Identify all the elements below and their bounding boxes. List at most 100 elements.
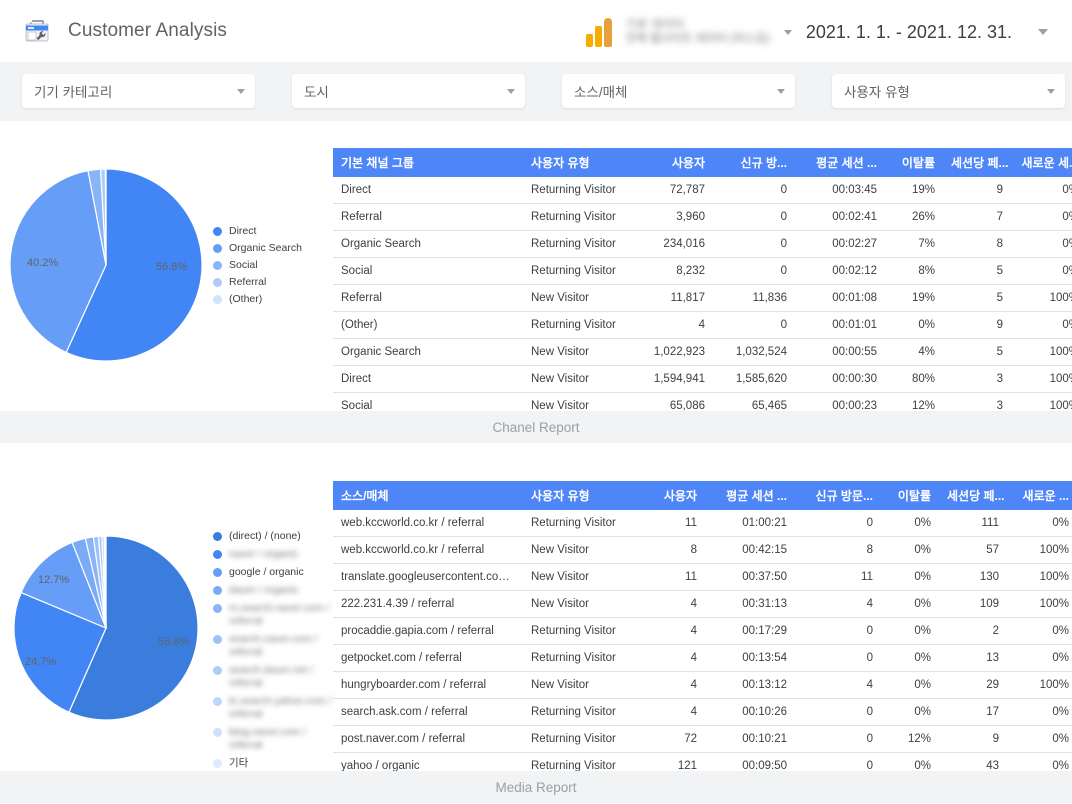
table-row[interactable]: Referral Returning Visitor 3,960 0 00:02:41 2… <box>333 203 1072 231</box>
legend-item[interactable]: (Other) <box>213 293 302 306</box>
column-header[interactable]: 세션당 페... <box>943 148 1011 177</box>
channel-report-table[interactable]: 기본 채널 그룹 사용자 유형 사용자 신규 방... 평균 세션 ... 이탈률 세션당 … <box>333 148 1072 420</box>
table-cell: Organic Search <box>333 230 523 258</box>
column-header[interactable]: 소스/매체 <box>333 481 523 510</box>
legend-item[interactable]: 기타 <box>213 757 338 770</box>
pie-legend[interactable]: Direct Organic Search Social Referral (Other… <box>213 225 302 310</box>
pie-slice[interactable] <box>104 535 107 629</box>
table-cell: post.naver.com / referral <box>333 725 523 753</box>
column-header[interactable]: 사용자 <box>641 148 713 177</box>
media-pie-chart[interactable]: 56.6% 24.7% 12.7% (direct) / (none) naver… <box>8 528 338 769</box>
table-row[interactable]: translate.googleusercontent.com ... New V… <box>333 563 1072 591</box>
table-row[interactable]: getpocket.com / referral Returning Visito… <box>333 644 1072 672</box>
toolbox-wrench-icon <box>20 14 54 48</box>
column-header[interactable]: 기본 채널 그룹 <box>333 148 523 177</box>
legend-item[interactable]: daum / organic <box>213 584 338 597</box>
table-cell: 19% <box>885 177 943 204</box>
table-cell: 0% <box>1007 698 1072 726</box>
date-range-label[interactable]: 2021. 1. 1. - 2021. 12. 31. <box>806 22 1012 43</box>
legend-item[interactable]: Referral <box>213 276 302 289</box>
legend-item[interactable]: (direct) / (none) <box>213 530 338 543</box>
column-header[interactable]: 사용자 유형 <box>523 481 641 510</box>
table-row[interactable]: post.naver.com / referral Returning Visit… <box>333 725 1072 753</box>
channel-pie-chart[interactable]: 56.8% 40.2% Direct Organic Search Social Re… <box>8 165 328 395</box>
legend-item[interactable]: Direct <box>213 225 302 238</box>
table-cell: 72,787 <box>641 177 713 204</box>
table-cell: 00:02:27 <box>795 230 885 258</box>
table-cell: 4 <box>641 671 705 699</box>
table-row[interactable]: Social Returning Visitor 8,232 0 00:02:12 8% 5… <box>333 257 1072 285</box>
table-cell: 00:10:21 <box>705 725 795 753</box>
table-row[interactable]: search.ask.com / referral Returning Visit… <box>333 698 1072 726</box>
legend-item[interactable]: search.daum.net / referral <box>213 664 338 690</box>
chevron-down-icon[interactable] <box>237 88 245 94</box>
filter-bar: 기기 카테고리 도시 소스/매체 사용자 유형 <box>0 62 1072 121</box>
filter-source-medium[interactable]: 소스/매체 <box>562 74 795 108</box>
chevron-down-icon[interactable] <box>1047 88 1055 94</box>
legend-item[interactable]: blog.naver.com / referral <box>213 726 338 752</box>
legend-color-dot <box>213 532 222 541</box>
table-cell: 100% <box>1011 284 1072 312</box>
pie-legend[interactable]: (direct) / (none) naver / organic google /… <box>213 530 338 775</box>
table-row[interactable]: web.kccworld.co.kr / referral New Visitor… <box>333 536 1072 564</box>
table-cell: 1,585,620 <box>713 365 795 393</box>
table-row[interactable]: 222.231.4.39 / referral New Visitor 4 00:31… <box>333 590 1072 618</box>
filter-device-category[interactable]: 기기 카테고리 <box>22 74 255 108</box>
column-header[interactable]: 신규 방문... <box>795 481 881 510</box>
table-row[interactable]: Direct New Visitor 1,594,941 1,585,620 00:00… <box>333 365 1072 393</box>
column-header[interactable]: 평균 세션 ... <box>705 481 795 510</box>
page-title: Customer Analysis <box>68 20 228 41</box>
column-header[interactable]: 새로운 세... <box>1011 148 1072 177</box>
legend-item[interactable]: Organic Search <box>213 242 302 255</box>
media-report-caption: Media Report <box>0 771 1072 803</box>
table-cell: 00:17:29 <box>705 617 795 645</box>
column-header[interactable]: 세션당 페... <box>939 481 1007 510</box>
chevron-down-icon[interactable] <box>777 88 785 94</box>
column-header[interactable]: 사용자 <box>641 481 705 510</box>
pie-slice-label: 24.7% <box>25 656 57 668</box>
chevron-down-icon[interactable] <box>507 88 515 94</box>
column-header[interactable]: 평균 세션 ... <box>795 148 885 177</box>
table-cell: 4% <box>885 338 943 366</box>
column-header[interactable]: 이탈률 <box>885 148 943 177</box>
table-cell: 0% <box>881 644 939 672</box>
legend-item[interactable]: search.naver.com / referral <box>213 633 338 659</box>
table-row[interactable]: Direct Returning Visitor 72,787 0 00:03:45 19… <box>333 177 1072 204</box>
table-row[interactable]: Organic Search New Visitor 1,022,923 1,032,… <box>333 338 1072 366</box>
table-cell: 9 <box>943 311 1011 339</box>
filter-city[interactable]: 도시 <box>292 74 525 108</box>
filter-user-type[interactable]: 사용자 유형 <box>832 74 1065 108</box>
table-row[interactable]: (Other)Returning Visitor4000:01:010%90% <box>333 311 1072 339</box>
table-row[interactable]: Organic Search Returning Visitor 234,016 0 0… <box>333 230 1072 258</box>
chevron-down-icon[interactable] <box>783 29 792 35</box>
column-header[interactable]: 신규 방... <box>713 148 795 177</box>
legend-item[interactable]: naver / organic <box>213 548 338 561</box>
google-analytics-icon <box>584 17 618 47</box>
column-header[interactable]: 새로운 ... <box>1007 481 1072 510</box>
pie-chart-svg <box>13 535 199 721</box>
media-report-table[interactable]: 소스/매체 사용자 유형 사용자 평균 세션 ... 신규 방문... 이탈률 세션당 페.… <box>333 481 1072 780</box>
legend-item[interactable]: google / organic <box>213 566 338 579</box>
table-cell: 11 <box>795 563 881 591</box>
column-header[interactable]: 이탈률 <box>881 481 939 510</box>
account-selector[interactable]: 기본 데이터 전체 웹사이트 데이터 (마스킹) 2021. 1. 1. - 2… <box>584 10 1048 54</box>
column-header[interactable]: 사용자 유형 <box>523 148 641 177</box>
table-row[interactable]: web.kccworld.co.kr / referral Returning V… <box>333 510 1072 537</box>
table-cell: 7 <box>943 203 1011 231</box>
legend-item[interactable]: Social <box>213 259 302 272</box>
pie-slice[interactable] <box>104 168 107 266</box>
legend-label: search.naver.com / referral <box>229 633 318 658</box>
table-row[interactable]: procaddie.gapia.com / referral Returning … <box>333 617 1072 645</box>
table-cell: 5 <box>943 257 1011 285</box>
table-row[interactable]: hungryboarder.com / referral New Visitor 4… <box>333 671 1072 699</box>
table-cell: 0 <box>795 644 881 672</box>
chevron-down-icon[interactable] <box>1038 29 1048 35</box>
legend-color-dot <box>213 604 222 613</box>
table-cell: 57 <box>939 536 1007 564</box>
legend-item[interactable]: kr.search.yahoo.com / referral <box>213 695 338 721</box>
table-row[interactable]: Referral New Visitor 11,817 11,836 00:01:08 1… <box>333 284 1072 312</box>
legend-item[interactable]: m.search.naver.com / referral <box>213 602 338 628</box>
table-cell: 0% <box>881 671 939 699</box>
table-cell: 234,016 <box>641 230 713 258</box>
legend-color-dot <box>213 295 222 304</box>
